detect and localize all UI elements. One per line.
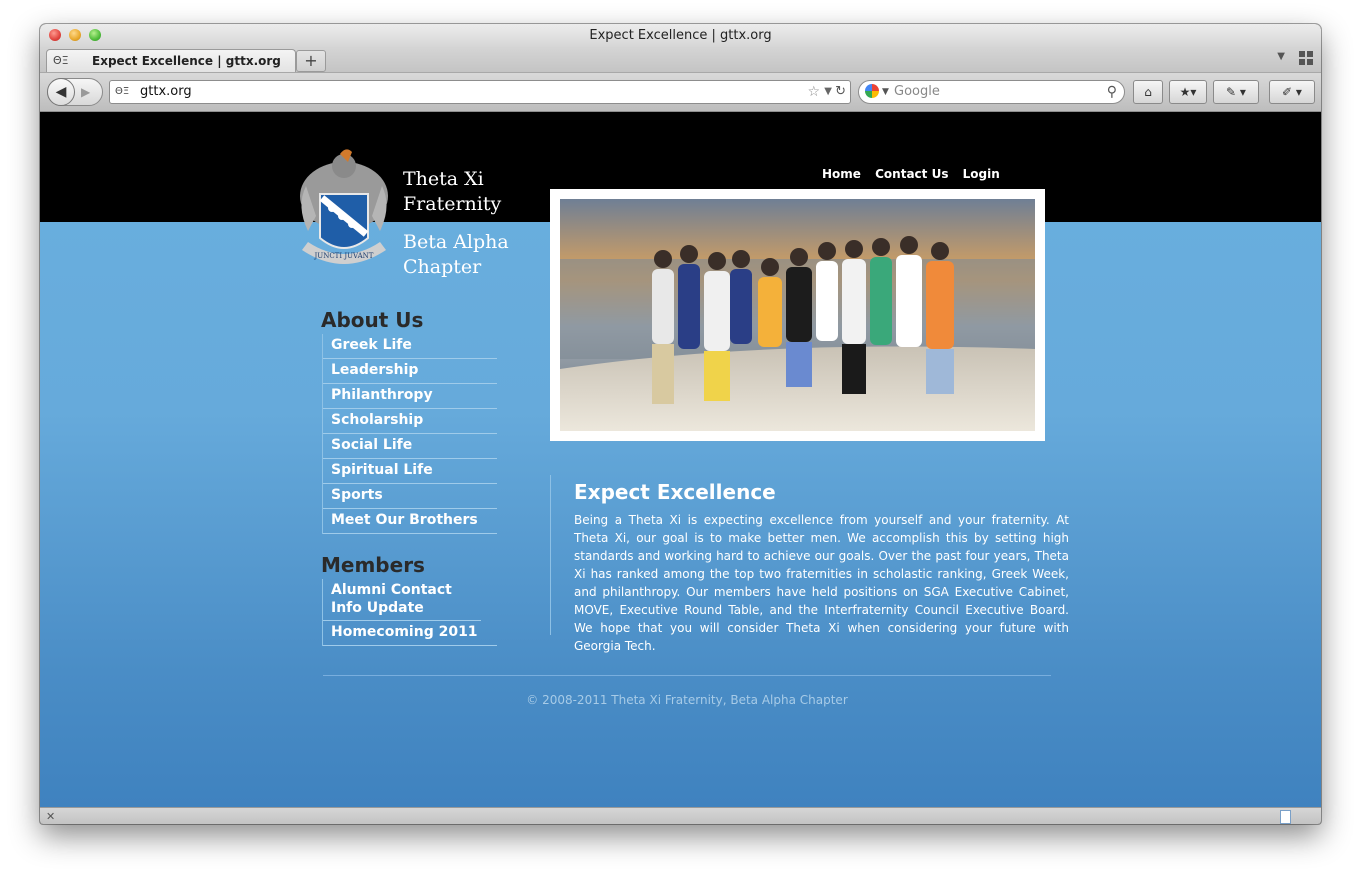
brand-line-3: Beta Alpha bbox=[403, 231, 509, 253]
footer-copyright: © 2008-2011 Theta Xi Fraternity, Beta Al… bbox=[526, 693, 848, 707]
menu-item-homecoming[interactable]: Homecoming 2011 bbox=[323, 621, 497, 646]
about-us-menu: Greek Life Leadership Philanthropy Schol… bbox=[322, 334, 497, 534]
crest-icon: JUNCTI JUVANT bbox=[300, 149, 388, 264]
site-brand-chapter[interactable]: Beta Alpha Chapter bbox=[403, 230, 509, 280]
brand-line-2: Fraternity bbox=[403, 193, 502, 215]
menu-item-philanthropy[interactable]: Philanthropy bbox=[323, 384, 497, 409]
browser-window: Expect Excellence | gttx.org ΘΞ Expect E… bbox=[40, 24, 1321, 824]
theta-xi-favicon-icon: ΘΞ bbox=[53, 54, 69, 67]
window-title: Expect Excellence | gttx.org bbox=[589, 28, 772, 43]
addons-icon: ✎ ▾ bbox=[1226, 85, 1246, 99]
addons-button[interactable]: ✎ ▾ bbox=[1213, 80, 1259, 104]
google-icon[interactable] bbox=[865, 84, 879, 98]
title-bar: Expect Excellence | gttx.org bbox=[40, 24, 1321, 47]
tab-overview-icon[interactable] bbox=[1299, 51, 1313, 65]
search-icon[interactable]: ⚲ bbox=[1107, 81, 1117, 103]
home-button[interactable]: ⌂ bbox=[1133, 80, 1163, 104]
back-button[interactable]: ◀ bbox=[47, 78, 75, 106]
brand-line-4: Chapter bbox=[403, 256, 482, 278]
hero-photo bbox=[560, 199, 1035, 431]
tools-icon: ✐ ▾ bbox=[1282, 85, 1302, 99]
status-indicator-icon bbox=[1280, 810, 1291, 824]
reload-icon[interactable]: ↻ bbox=[835, 81, 846, 103]
menu-item-leadership[interactable]: Leadership bbox=[323, 359, 497, 384]
bookmarks-icon: ★▾ bbox=[1179, 85, 1197, 99]
status-bar: ✕ bbox=[40, 807, 1321, 824]
menu-item-sports[interactable]: Sports bbox=[323, 484, 497, 509]
svg-text:JUNCTI JUVANT: JUNCTI JUVANT bbox=[314, 252, 374, 260]
tools-button[interactable]: ✐ ▾ bbox=[1269, 80, 1315, 104]
bookmarks-button[interactable]: ★▾ bbox=[1169, 80, 1207, 104]
tab-title: Expect Excellence | gttx.org bbox=[92, 54, 281, 68]
content-divider bbox=[550, 475, 551, 635]
about-us-heading: About Us bbox=[321, 308, 424, 332]
back-forward-group: ◀ ▶ bbox=[47, 78, 103, 106]
content-body: Being a Theta Xi is expecting excellence… bbox=[574, 513, 1069, 653]
page-viewport: JUNCTI JUVANT Theta Xi Fraternity Beta A… bbox=[40, 112, 1321, 807]
nav-home-link[interactable]: Home bbox=[822, 167, 861, 181]
zoom-window-button[interactable] bbox=[89, 29, 101, 41]
bookmark-star-icon[interactable]: ☆ bbox=[807, 81, 820, 103]
menu-item-alumni-contact[interactable]: Alumni Contact Info Update bbox=[323, 579, 481, 621]
search-bar[interactable]: ▼ Google ⚲ bbox=[858, 80, 1125, 104]
search-engine-dropdown-icon[interactable]: ▼ bbox=[882, 81, 889, 103]
close-addon-bar-icon[interactable]: ✕ bbox=[46, 808, 55, 824]
new-tab-button[interactable]: + bbox=[296, 50, 326, 72]
navigation-toolbar: ◀ ▶ ΘΞ gttx.org ☆ ▼ ↻ ▼ Google ⚲ ⌂ ★▾ ✎ … bbox=[40, 73, 1321, 112]
address-bar[interactable]: ΘΞ gttx.org ☆ ▼ ↻ bbox=[109, 80, 851, 104]
members-heading: Members bbox=[321, 553, 425, 577]
tab-active[interactable]: ΘΞ Expect Excellence | gttx.org bbox=[46, 49, 296, 72]
menu-item-scholarship[interactable]: Scholarship bbox=[323, 409, 497, 434]
content-title: Expect Excellence bbox=[574, 480, 776, 504]
site-identity-icon[interactable]: ΘΞ bbox=[115, 81, 129, 103]
search-placeholder[interactable]: Google bbox=[894, 81, 940, 103]
tab-strip: ΘΞ Expect Excellence | gttx.org + ▼ bbox=[40, 47, 1321, 73]
members-menu: Alumni Contact Info Update Homecoming 20… bbox=[322, 579, 497, 646]
history-dropdown-icon[interactable]: ▼ bbox=[824, 81, 832, 103]
nav-contact-link[interactable]: Contact Us bbox=[875, 167, 948, 181]
tab-list-dropdown-icon[interactable]: ▼ bbox=[1277, 51, 1285, 62]
menu-item-social-life[interactable]: Social Life bbox=[323, 434, 497, 459]
hero-photo-frame bbox=[550, 189, 1045, 441]
site-brand-fraternity[interactable]: Theta Xi Fraternity bbox=[403, 167, 501, 217]
footer-divider bbox=[323, 675, 1051, 676]
minimize-window-button[interactable] bbox=[69, 29, 81, 41]
forward-button[interactable]: ▶ bbox=[81, 79, 90, 105]
menu-item-spiritual-life[interactable]: Spiritual Life bbox=[323, 459, 497, 484]
nav-login-link[interactable]: Login bbox=[963, 167, 1000, 181]
url-text[interactable]: gttx.org bbox=[140, 81, 192, 103]
brand-line-1: Theta Xi bbox=[403, 168, 484, 190]
menu-item-meet-our-brothers[interactable]: Meet Our Brothers bbox=[323, 509, 497, 534]
close-window-button[interactable] bbox=[49, 29, 61, 41]
top-nav: Home Contact Us Login bbox=[822, 167, 1010, 181]
home-icon: ⌂ bbox=[1144, 85, 1152, 99]
menu-item-greek-life[interactable]: Greek Life bbox=[323, 334, 497, 359]
